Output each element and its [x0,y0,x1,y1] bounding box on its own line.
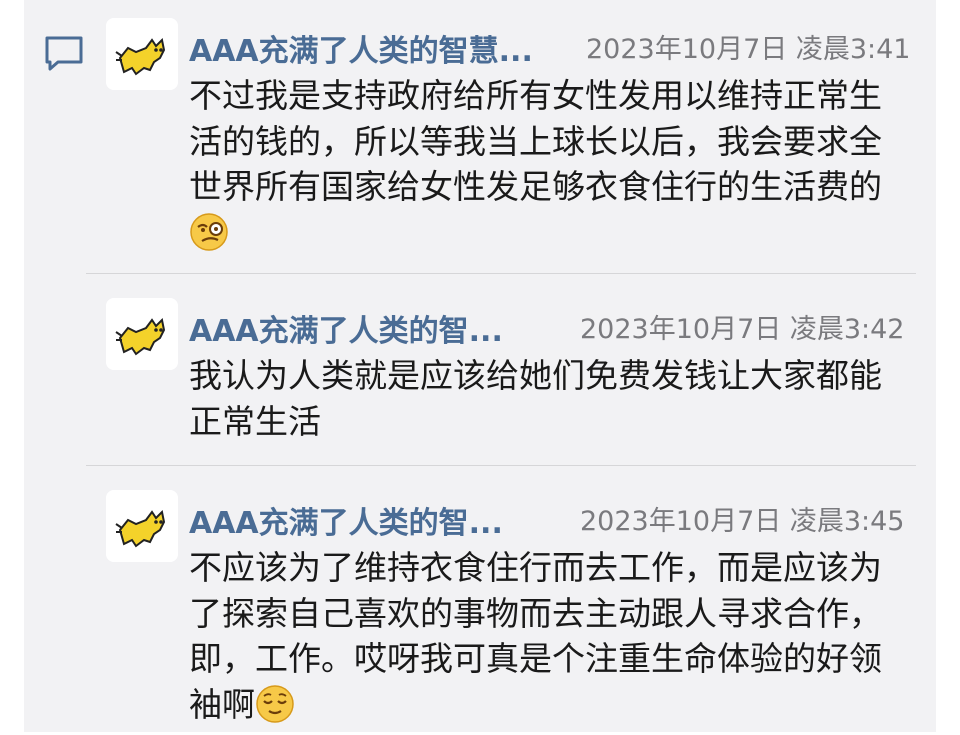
divider [86,273,916,274]
relieved-face-emoji-icon [255,684,295,735]
divider [86,465,916,466]
timestamp: 2023年10月7日 凌晨3:41 [586,32,910,68]
face-with-monocle-emoji-icon [189,212,229,264]
timestamp: 2023年10月7日 凌晨3:45 [580,504,904,540]
avatar[interactable] [106,298,178,370]
yellow-cat-avatar-icon [106,298,178,370]
yellow-cat-avatar-icon [106,18,178,90]
avatar[interactable] [106,18,178,90]
yellow-cat-avatar-icon [106,490,178,562]
message-text: 我认为人类就是应该给她们免费发钱让大家都能正常生活 [189,353,904,444]
message-text: 不应该为了维持衣食住行而去工作，而是应该为了探索自己喜欢的事物而去主动跟人寻求合… [189,545,904,735]
sender-name[interactable]: AAA充满了人类的智... [189,314,503,350]
sender-name[interactable]: AAA充满了人类的智慧... [189,34,533,70]
comment-icon[interactable] [44,34,84,74]
message-text: 不过我是支持政府给所有女性发用以维持正常生活的钱的，所以等我当上球长以后，我会要… [189,73,904,263]
timestamp: 2023年10月7日 凌晨3:42 [580,312,904,348]
avatar[interactable] [106,490,178,562]
sender-name[interactable]: AAA充满了人类的智... [189,506,503,542]
